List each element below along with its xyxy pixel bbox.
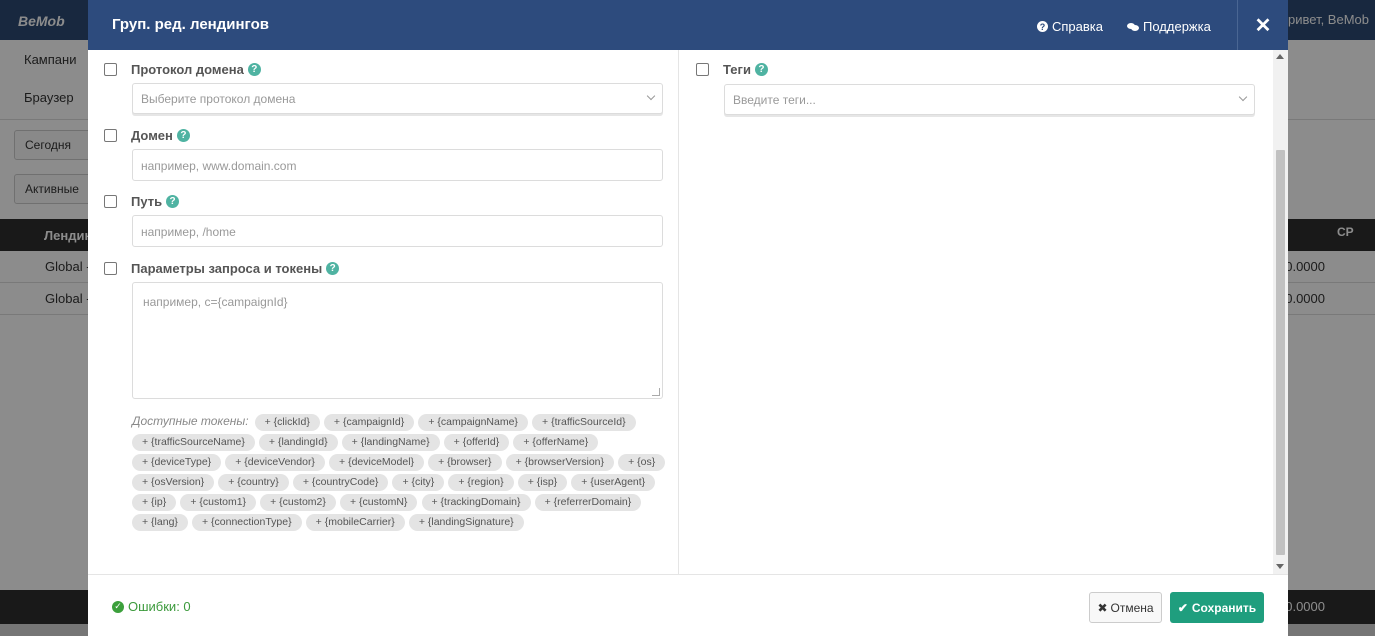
chevron-down-icon [646,91,656,101]
token-chip[interactable]: + {trafficSourceName} [132,434,255,451]
token-chip[interactable]: + {trafficSourceId} [532,414,636,431]
scroll-up-icon[interactable] [1276,54,1284,59]
token-chip[interactable]: + {os} [618,454,666,471]
token-chip[interactable]: + {city} [392,474,445,491]
tags-field-header: Теги ? [696,62,768,77]
token-chip[interactable]: + {connectionType} [191,514,302,531]
close-button[interactable]: ✕ [1237,0,1288,50]
errors-status: ✓ Ошибки: 0 [112,599,191,614]
query-placeholder: например, c={campaignId} [143,295,288,309]
protocol-placeholder: Выберите протокол домена [141,92,296,106]
protocol-field-header: Протокол домена ? [104,62,261,77]
modal-header: Груп. ред. лендингов ? Справка Поддержка… [88,0,1288,50]
question-circle-icon: ? [1037,21,1048,32]
token-chip[interactable]: + {landingName} [341,434,440,451]
tags-input[interactable]: Введите теги... [724,84,1255,115]
token-chip[interactable]: + {userAgent} [571,474,656,491]
help-icon[interactable]: ? [326,262,340,275]
chat-bubbles-icon [1127,22,1139,31]
token-chip[interactable]: + {customN} [339,494,418,511]
check-icon: ✔ [1177,600,1188,615]
cancel-button[interactable]: ✖ Отмена [1089,592,1162,623]
path-label: Путь [131,194,163,209]
token-chip[interactable]: + {landingSignature} [408,514,524,531]
modal-title: Груп. ред. лендингов [112,16,269,33]
query-textarea[interactable]: например, c={campaignId} [132,282,663,399]
domain-input[interactable]: например, www.domain.com [132,149,663,181]
cancel-label: Отмена [1110,600,1154,615]
scroll-down-icon[interactable] [1276,564,1284,569]
errors-label: Ошибки: 0 [128,599,191,614]
help-icon[interactable]: ? [166,195,180,208]
token-chip[interactable]: + {clickId} [254,414,320,431]
help-icon[interactable]: ? [176,129,190,142]
token-chip[interactable]: + {custom1} [180,494,257,511]
vertical-scrollbar[interactable] [1273,50,1288,574]
token-chip[interactable]: + {offerName} [513,434,599,451]
tokens-label: Доступные токены: [132,414,249,428]
check-circle-icon: ✓ [112,600,124,613]
available-tokens: Доступные токены: + {clickId} + {campaig… [132,412,667,533]
token-chip[interactable]: + {deviceModel} [329,454,425,471]
protocol-checkbox[interactable] [104,63,117,76]
domain-field-header: Домен ? [104,128,190,143]
domain-label: Домен [131,128,173,143]
token-chip[interactable]: + {lang} [132,514,188,531]
token-chip[interactable]: + {deviceType} [132,454,222,471]
support-link-label: Поддержка [1143,19,1211,34]
protocol-select[interactable]: Выберите протокол домена [132,83,663,114]
token-chip[interactable]: + {deviceVendor} [225,454,325,471]
domain-placeholder: например, www.domain.com [141,159,297,173]
path-input[interactable]: например, /home [132,215,663,247]
path-checkbox[interactable] [104,195,117,208]
bulk-edit-landings-modal: Груп. ред. лендингов ? Справка Поддержка… [88,0,1288,636]
token-chip[interactable]: + {countryCode} [292,474,389,491]
help-icon[interactable]: ? [754,63,768,76]
tags-label: Теги [723,62,751,77]
token-chip[interactable]: + {browser} [428,454,502,471]
token-chip[interactable]: + {trackingDomain} [421,494,531,511]
tags-checkbox[interactable] [696,63,709,76]
token-chip[interactable]: + {mobileCarrier} [305,514,405,531]
right-column: Теги ? Введите теги... [680,50,1272,574]
token-chip[interactable]: + {custom2} [260,494,336,511]
token-chip[interactable]: + {referrerDomain} [534,494,642,511]
tags-placeholder: Введите теги... [733,93,816,107]
token-chip[interactable]: + {isp} [517,474,568,491]
resize-handle-icon[interactable] [652,388,660,396]
token-chip[interactable]: + {landingId} [258,434,338,451]
path-placeholder: например, /home [141,225,236,239]
token-chip[interactable]: + {campaignName} [418,414,528,431]
help-icon[interactable]: ? [247,63,261,76]
query-label: Параметры запроса и токены [131,261,323,276]
token-chip[interactable]: + {country} [218,474,289,491]
close-icon: ✕ [1254,14,1272,37]
scroll-thumb[interactable] [1276,150,1285,555]
modal-footer: ✓ Ошибки: 0 ✖ Отмена ✔ Сохранить [88,574,1288,636]
left-column: Протокол домена ? Выберите протокол доме… [88,50,679,574]
protocol-label: Протокол домена [131,62,244,77]
help-link-label: Справка [1052,19,1103,34]
token-chip[interactable]: + {ip} [132,494,177,511]
close-icon: ✖ [1097,600,1108,615]
token-chip[interactable]: + {browserVersion} [505,454,615,471]
save-button[interactable]: ✔ Сохранить [1170,592,1264,623]
query-field-header: Параметры запроса и токены ? [104,261,340,276]
token-chip[interactable]: + {offerId} [443,434,510,451]
domain-checkbox[interactable] [104,129,117,142]
token-chip[interactable]: + {osVersion} [132,474,215,491]
token-chip[interactable]: + {region} [448,474,514,491]
chevron-down-icon [1238,92,1248,102]
modal-body: Протокол домена ? Выберите протокол доме… [88,50,1288,574]
save-label: Сохранить [1191,600,1257,615]
help-link[interactable]: ? Справка [1037,19,1103,34]
query-checkbox[interactable] [104,262,117,275]
token-chip[interactable]: + {campaignId} [323,414,415,431]
path-field-header: Путь ? [104,194,180,209]
support-link[interactable]: Поддержка [1127,19,1211,34]
